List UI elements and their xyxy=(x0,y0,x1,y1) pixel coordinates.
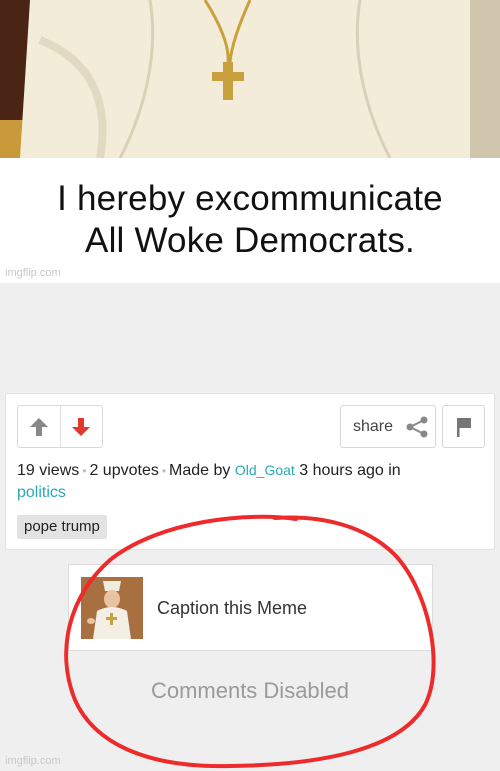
author-link[interactable]: Old_Goat xyxy=(235,462,295,478)
downvote-button[interactable] xyxy=(59,406,103,447)
tag-pope-trump[interactable]: pope trump xyxy=(17,515,107,539)
vote-buttons xyxy=(17,405,103,448)
footer-watermark: imgflip.com xyxy=(5,755,61,767)
caption-this-meme-button[interactable]: Caption this Meme xyxy=(68,564,433,651)
meme-template-thumbnail xyxy=(81,577,143,639)
meme-watermark: imgflip.com xyxy=(5,267,61,279)
meme-caption: I hereby excommunicate All Woke Democrat… xyxy=(0,178,500,262)
meme-caption-line-2: All Woke Democrats. xyxy=(85,221,415,260)
meme-image: I hereby excommunicate All Woke Democrat… xyxy=(0,0,500,283)
share-icon xyxy=(406,416,428,437)
upvotes-count: 2 upvotes xyxy=(89,462,159,479)
comments-disabled-text: Comments Disabled xyxy=(150,678,350,703)
stream-link[interactable]: politics xyxy=(17,484,66,501)
made-by-label: Made by xyxy=(169,462,231,479)
meme-photo xyxy=(0,0,500,158)
share-button[interactable]: share xyxy=(340,405,436,448)
share-label: share xyxy=(353,417,394,435)
post-meta: 19 views • 2 upvotes • Made by Old_Goat 3 ho… xyxy=(17,462,401,501)
post-info-card: share 19 views • 2 upvotes • Made by Old_Goa… xyxy=(5,393,495,550)
flag-icon xyxy=(456,417,471,437)
caption-this-meme-label: Caption this Meme xyxy=(157,598,308,618)
arrow-up-icon xyxy=(29,417,48,436)
meme-caption-line-1: I hereby excommunicate xyxy=(57,179,443,218)
arrow-down-icon xyxy=(72,417,91,436)
post-time: 3 hours ago in xyxy=(299,462,401,479)
upvote-button[interactable] xyxy=(18,406,60,447)
flag-button[interactable] xyxy=(442,405,485,448)
views-count: 19 views xyxy=(17,462,80,479)
